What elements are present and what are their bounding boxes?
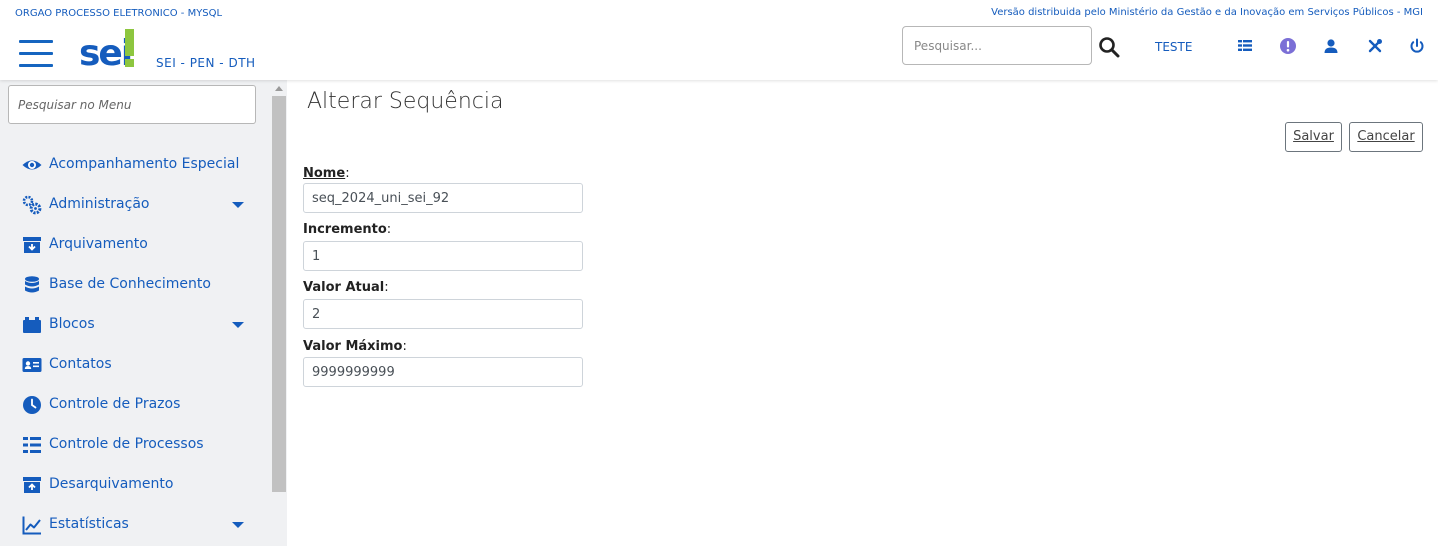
unit-selector[interactable]: TESTE (1155, 40, 1192, 54)
search-icon[interactable] (1098, 36, 1120, 58)
chart-icon (22, 516, 41, 535)
menu-item-administracao[interactable]: Administração (0, 185, 270, 225)
menu-item-label: Acompanhamento Especial (49, 156, 240, 172)
blocks-icon (23, 317, 41, 333)
svg-text:sei: sei (79, 33, 131, 71)
increment-label: Incremento: (303, 222, 392, 237)
increment-label-text: Incremento (303, 222, 387, 237)
menu-item-controle-de-prazos[interactable]: Controle de Prazos (0, 385, 270, 425)
menu-item-label: Blocos (49, 316, 95, 332)
contact-card-icon (22, 358, 42, 372)
current-value-field[interactable] (303, 299, 583, 329)
max-value-label-text: Valor Máximo (303, 339, 403, 354)
current-value-label: Valor Atual: (303, 280, 389, 295)
save-button[interactable]: Salvar (1285, 122, 1342, 152)
chevron-down-icon[interactable] (232, 522, 244, 528)
current-value-label-text: Valor Atual (303, 280, 385, 295)
menu-item-label: Arquivamento (49, 236, 148, 252)
eye-icon (22, 160, 42, 170)
menu-item-contatos[interactable]: Contatos (0, 345, 270, 385)
sei-logo[interactable]: sei (79, 27, 139, 71)
power-icon[interactable] (1408, 37, 1426, 55)
search-input[interactable] (902, 26, 1092, 65)
max-value-field[interactable] (303, 357, 583, 387)
menu-item-blocos[interactable]: Blocos (0, 305, 270, 345)
menu-item-label: Base de Conhecimento (49, 276, 211, 292)
chevron-down-icon[interactable] (232, 202, 244, 208)
scroll-up-arrow-icon[interactable] (275, 86, 283, 91)
save-label: Salvar (1293, 129, 1334, 144)
menu-item-controle-de-processos[interactable]: Controle de Processos (0, 425, 270, 465)
cancel-label: Cancelar (1357, 129, 1415, 144)
name-label: Nome: (303, 166, 350, 181)
menu-item-label: Administração (49, 196, 150, 212)
menu-item-desarquivamento[interactable]: Desarquivamento (0, 465, 270, 505)
sidebar: Acompanhamento Especial Administração Ar… (0, 80, 287, 546)
menu-item-label: Controle de Prazos (49, 396, 181, 412)
list-icon (23, 437, 41, 453)
name-field[interactable] (303, 183, 583, 213)
menu-item-label: Desarquivamento (49, 476, 174, 492)
max-value-label: Valor Máximo: (303, 339, 407, 354)
database-icon (25, 276, 39, 293)
increment-field[interactable] (303, 241, 583, 271)
scrollbar-thumb[interactable] (272, 96, 286, 492)
chevron-down-icon[interactable] (232, 322, 244, 328)
tasks-icon[interactable] (1236, 37, 1254, 55)
version-text: Versão distribuida pelo Ministério da Ge… (991, 7, 1423, 18)
menu-item-estatisticas[interactable]: Estatísticas (0, 505, 270, 545)
menu-item-label: Estatísticas (49, 516, 129, 532)
menu-search-input[interactable] (8, 85, 256, 124)
cancel-button[interactable]: Cancelar (1349, 122, 1423, 152)
menu-item-acompanhamento-especial[interactable]: Acompanhamento Especial (0, 145, 270, 185)
menu-icon[interactable] (19, 40, 53, 67)
menu-item-arquivamento[interactable]: Arquivamento (0, 225, 270, 265)
tools-icon[interactable] (1366, 37, 1384, 55)
gears-icon (22, 195, 42, 215)
menu-list: Acompanhamento Especial Administração Ar… (0, 145, 270, 545)
page-title: Alterar Sequência (307, 89, 504, 114)
archive-icon (23, 237, 41, 253)
system-subtitle: SEI - PEN - DTH (156, 56, 256, 70)
org-name: ORGAO PROCESSO ELETRONICO - MYSQL (15, 8, 223, 19)
clock-icon (23, 396, 41, 414)
menu-item-label: Contatos (49, 356, 112, 372)
sidebar-scrollbar[interactable] (271, 80, 287, 546)
top-header: ORGAO PROCESSO ELETRONICO - MYSQL Versão… (0, 0, 1438, 80)
menu-item-base-de-conhecimento[interactable]: Base de Conhecimento (0, 265, 270, 305)
name-label-text: Nome (303, 166, 346, 181)
user-icon[interactable] (1322, 37, 1340, 55)
unarchive-icon (23, 477, 41, 493)
notice-icon[interactable] (1279, 37, 1297, 55)
menu-item-label: Controle de Processos (49, 436, 204, 452)
